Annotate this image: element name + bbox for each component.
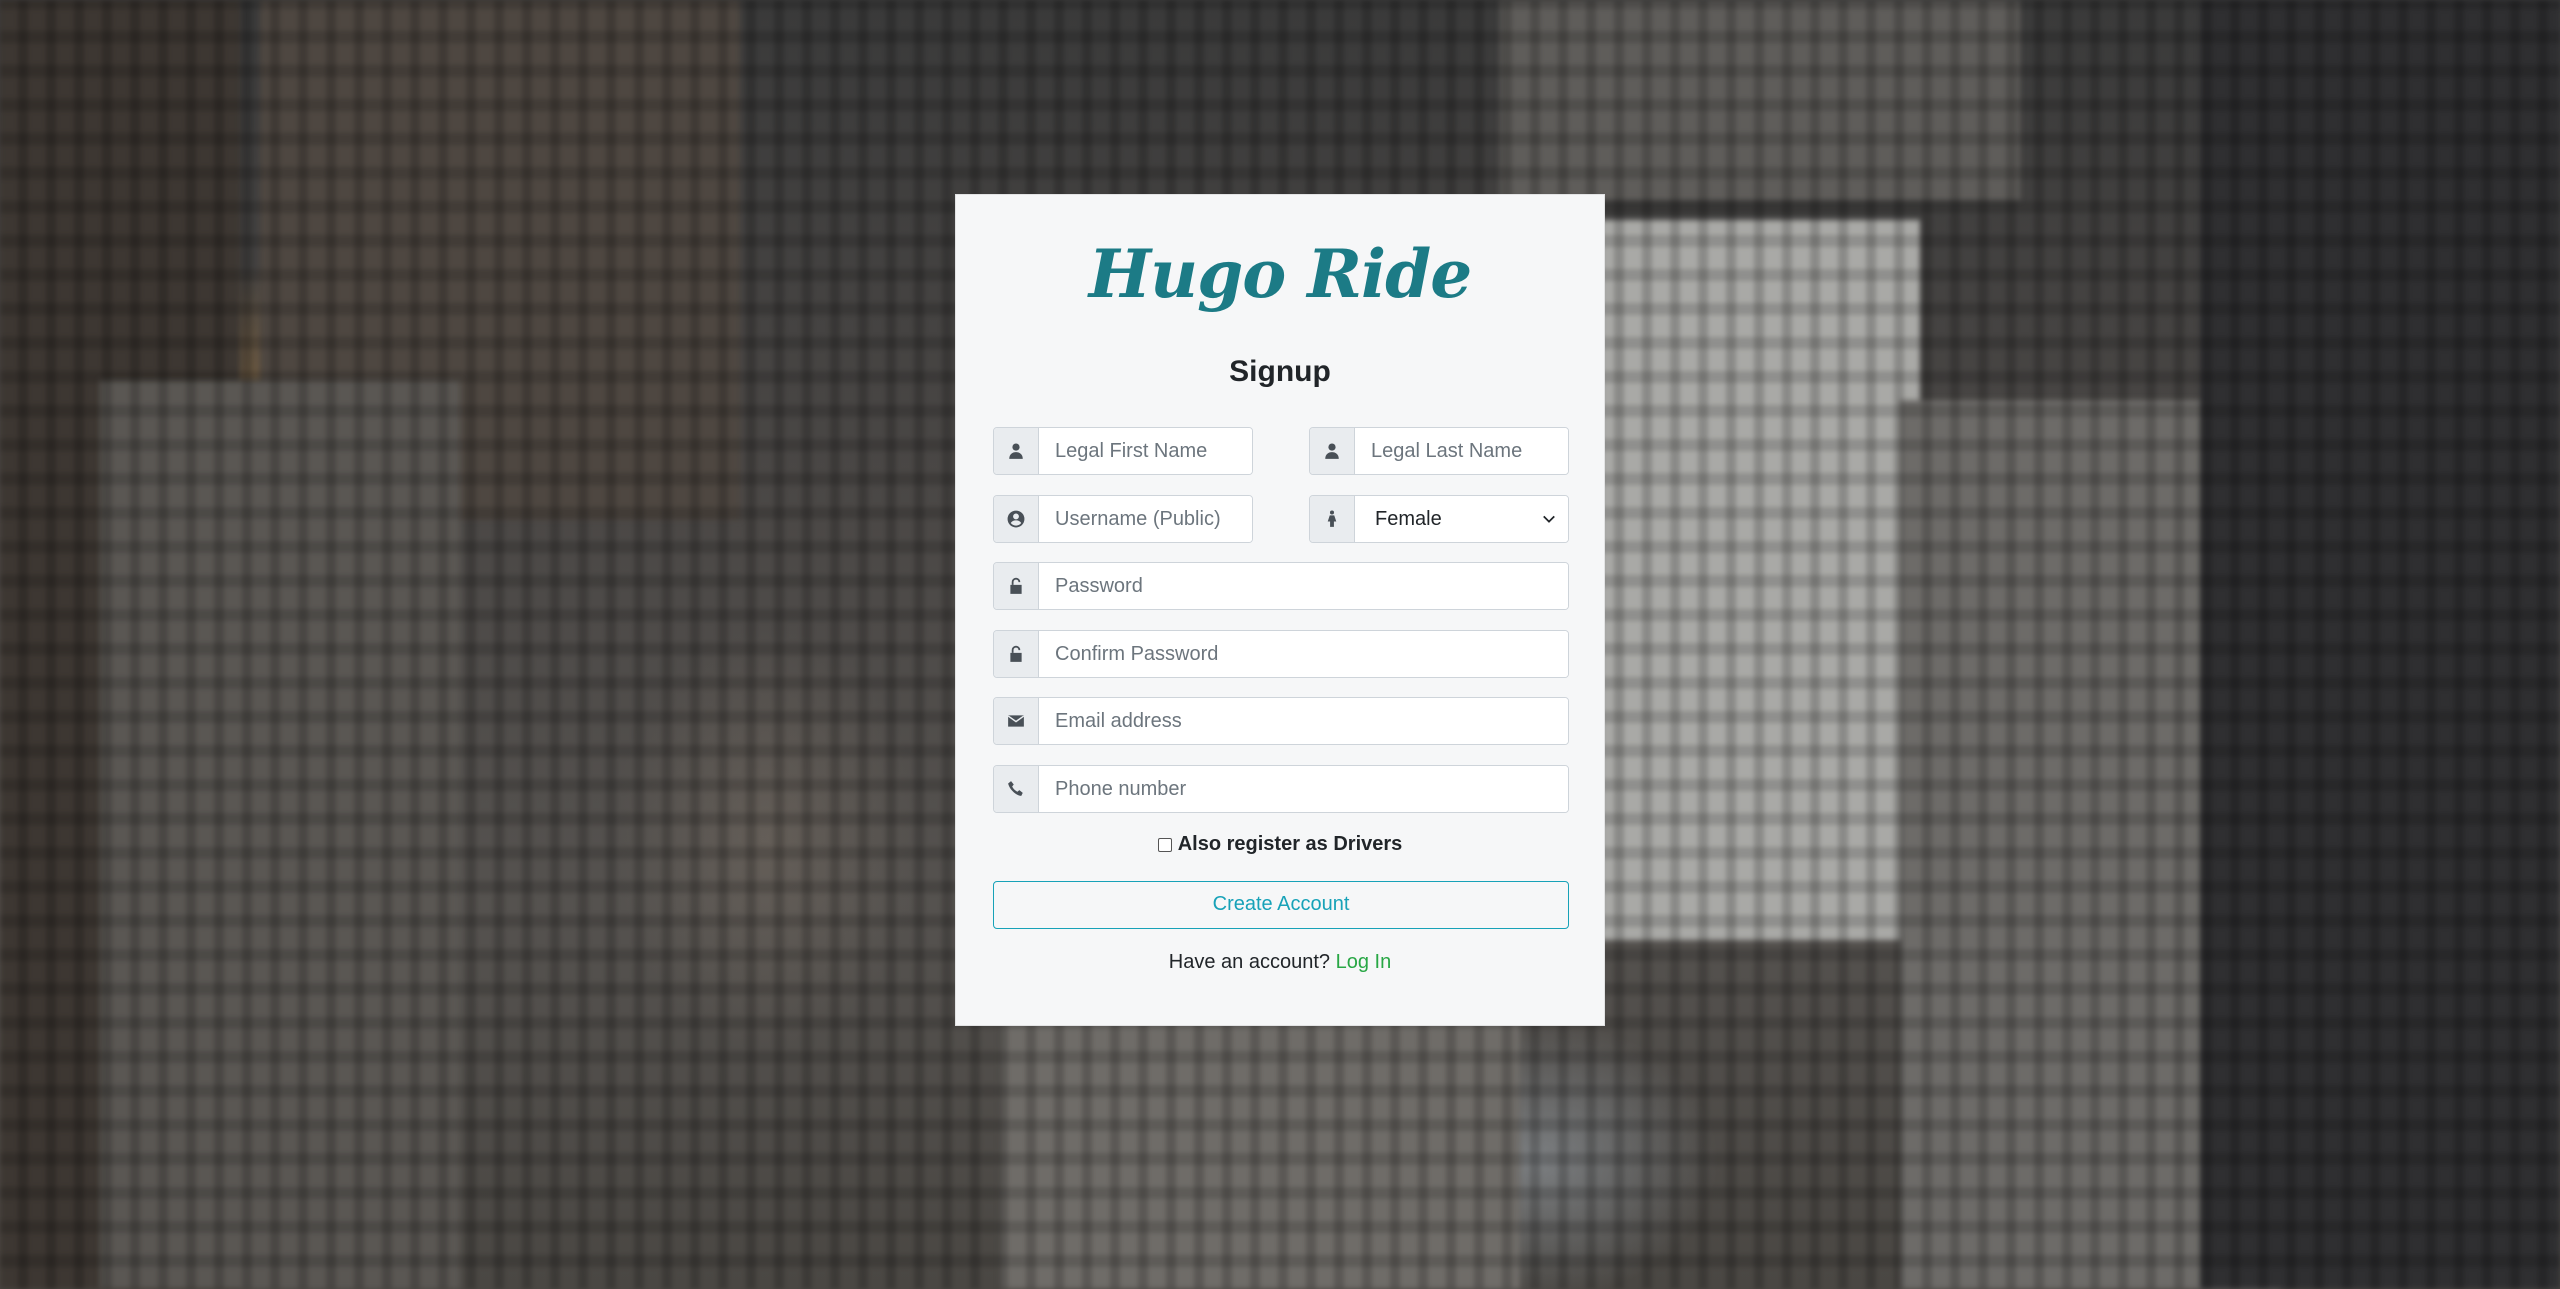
user-icon [994,428,1039,474]
driver-checkbox-row: Also register as Drivers [956,833,1604,856]
female-icon [1310,496,1355,542]
email-group [993,697,1569,745]
driver-checkbox-label[interactable]: Also register as Drivers [1178,833,1403,856]
email-input[interactable] [1039,698,1568,744]
last-name-input[interactable] [1355,428,1568,474]
first-name-input[interactable] [1039,428,1252,474]
brand-logo: Hugo Ride [1088,235,1473,313]
password-group [993,562,1569,610]
login-prompt: Have an account? Log In [956,951,1604,974]
gender-select-value: Female [1375,507,1442,530]
username-input[interactable] [1039,496,1252,542]
login-prompt-text: Have an account? [1168,951,1331,973]
phone-icon [994,766,1039,812]
signup-card: Hugo Ride Signup Female [955,194,1605,1026]
gender-group: Female [1309,495,1569,543]
unlock-icon [994,563,1039,609]
confirm-password-group [993,630,1569,678]
user-icon [1310,428,1355,474]
create-account-button[interactable]: Create Account [993,881,1569,929]
password-input[interactable] [1039,563,1568,609]
login-link[interactable]: Log In [1336,951,1392,973]
driver-checkbox[interactable] [1157,837,1172,852]
chevron-down-icon [1543,515,1555,523]
confirm-password-input[interactable] [1039,631,1568,677]
unlock-icon [994,631,1039,677]
phone-group [993,765,1569,813]
gender-select[interactable]: Female [1355,496,1568,542]
page-title: Signup [1229,355,1331,388]
username-group [993,495,1253,543]
phone-input[interactable] [1039,766,1568,812]
envelope-icon [994,698,1039,744]
user-circle-icon [994,496,1039,542]
first-name-group [993,427,1253,475]
last-name-group [1309,427,1569,475]
